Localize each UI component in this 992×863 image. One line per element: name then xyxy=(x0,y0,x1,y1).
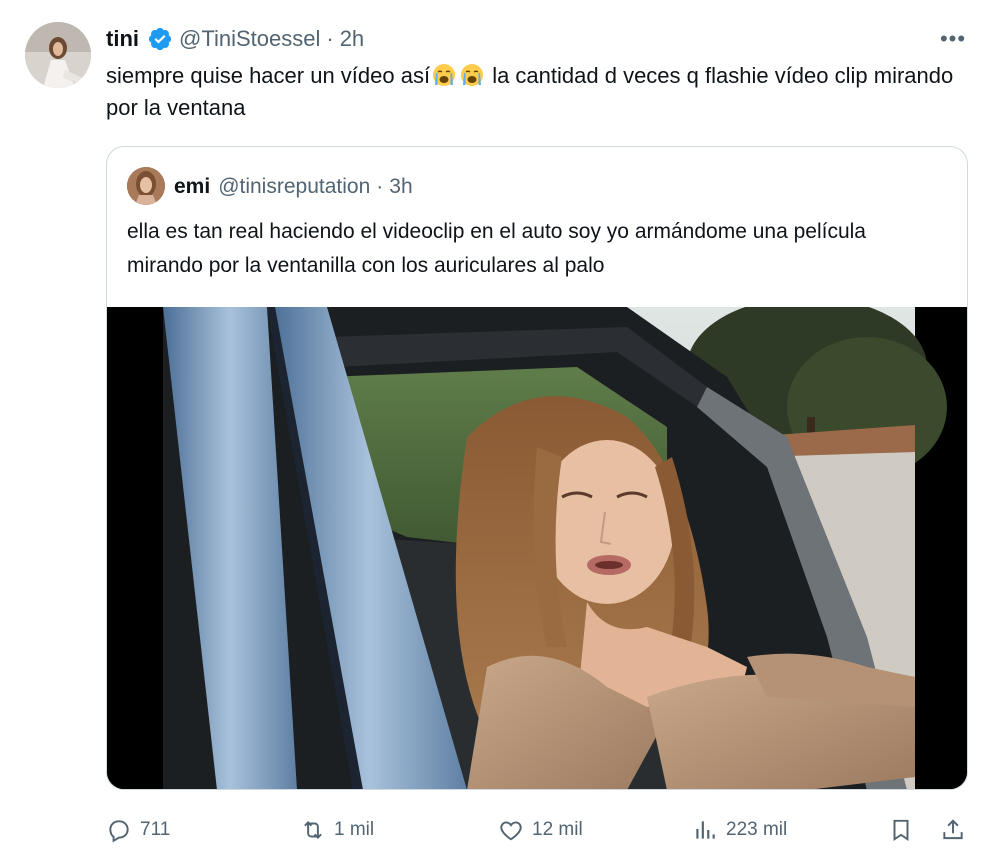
tweet-text-part-1: siempre quise hacer un vídeo así xyxy=(106,63,431,88)
bookmark-button[interactable] xyxy=(888,812,914,848)
repost-button[interactable]: 1 mil xyxy=(300,812,374,848)
tweet-header: tini @TiniStoessel · 2h xyxy=(106,24,364,54)
quote-author-handle[interactable]: @tinisreputation xyxy=(218,175,370,199)
more-icon: ••• xyxy=(939,26,967,51)
header-separator: · xyxy=(326,26,334,51)
like-count: 12 mil xyxy=(532,819,583,840)
share-button[interactable] xyxy=(940,812,966,848)
quoted-tweet[interactable]: emi @tinisreputation · 3h ella es tan re… xyxy=(106,146,968,790)
video-thumbnail[interactable] xyxy=(107,307,967,789)
like-icon xyxy=(500,821,522,841)
views-button[interactable]: 223 mil xyxy=(692,812,787,848)
more-options-button[interactable]: ••• xyxy=(938,24,968,54)
share-icon xyxy=(943,819,963,840)
tweet-actions: 711 1 mil 12 mil 223 mil xyxy=(106,812,968,848)
quote-author-avatar[interactable] xyxy=(127,167,165,205)
views-count: 223 mil xyxy=(726,819,788,840)
quote-separator: · xyxy=(376,175,384,198)
verified-badge-icon xyxy=(147,26,173,52)
quote-text: ella es tan real haciendo el videoclip e… xyxy=(127,220,866,277)
bookmark-icon xyxy=(893,819,909,842)
repost-icon xyxy=(304,821,322,839)
reply-icon xyxy=(109,820,129,843)
like-button[interactable]: 12 mil xyxy=(498,812,583,848)
tweet-timestamp[interactable]: 2h xyxy=(340,26,364,52)
quote-author-name[interactable]: emi xyxy=(174,175,210,199)
crying-face-emoji xyxy=(432,63,456,87)
views-icon xyxy=(696,821,715,839)
author-name[interactable]: tini xyxy=(106,26,139,52)
author-handle[interactable]: @TiniStoessel xyxy=(179,26,320,52)
crying-face-emoji xyxy=(460,63,484,87)
reply-button[interactable]: 711 xyxy=(106,812,170,848)
tweet-text: siempre quise hacer un vídeo así la cant… xyxy=(106,60,966,124)
quote-header: emi @tinisreputation · 3h xyxy=(174,173,413,201)
author-avatar[interactable] xyxy=(25,22,91,88)
quote-timestamp[interactable]: 3h xyxy=(389,175,412,199)
reply-count: 711 xyxy=(140,819,171,840)
repost-count: 1 mil xyxy=(334,819,375,840)
